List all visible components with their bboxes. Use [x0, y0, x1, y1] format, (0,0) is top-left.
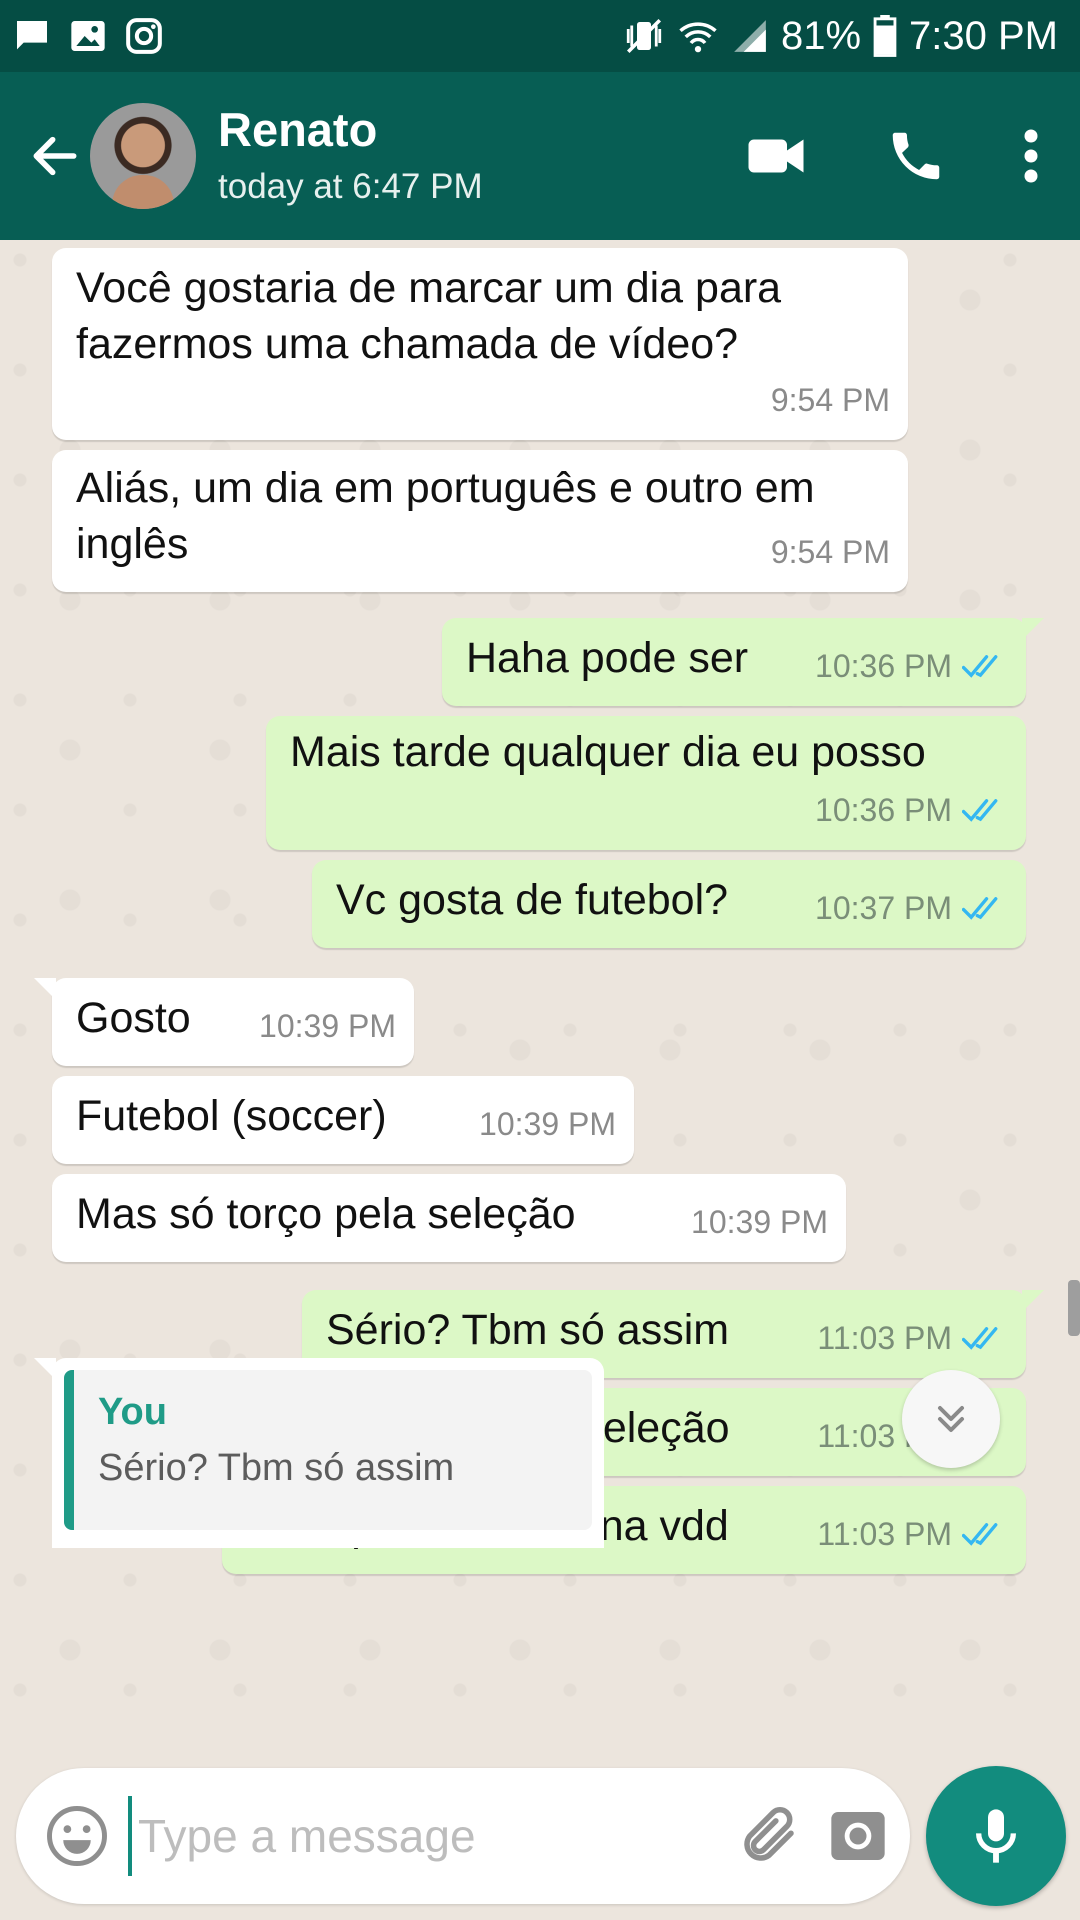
message-meta: 10:37 PM: [815, 880, 1008, 936]
read-ticks-icon: [962, 897, 998, 920]
message-composer: [16, 1768, 910, 1904]
read-ticks-icon: [962, 655, 998, 678]
reply-message-bubble[interactable]: You Sério? Tbm só assim: [34, 1358, 604, 1548]
status-bar-notifications: [12, 16, 164, 56]
message-meta: 11:03 PM: [817, 1310, 1008, 1366]
phone-icon: [892, 132, 940, 180]
status-time: 7:30 PM: [909, 13, 1058, 58]
read-ticks-icon: [962, 799, 998, 822]
message-meta: 10:39 PM: [691, 1194, 828, 1250]
message-outgoing[interactable]: Haha pode ser 10:36 PM: [442, 618, 1044, 706]
message-text: Mas só torço pela seleção: [76, 1190, 576, 1238]
more-options-button[interactable]: [996, 106, 1066, 206]
message-time: 11:03 PM: [817, 1320, 952, 1356]
message-meta: 10:36 PM: [815, 782, 1008, 838]
avatar[interactable]: [90, 103, 196, 209]
back-button[interactable]: [20, 111, 90, 201]
camera-icon: [831, 1812, 885, 1860]
chevron-double-down-icon: [937, 1405, 965, 1433]
message-text: Haha pode ser: [466, 634, 749, 682]
chat-header: Renato today at 6:47 PM: [0, 72, 1080, 240]
voice-call-button[interactable]: [866, 106, 966, 206]
message-time: 10:39 PM: [691, 1204, 828, 1240]
message-meta: 10:36 PM: [815, 638, 1008, 694]
message-outgoing[interactable]: Vc gosta de futebol? 10:37 PM: [312, 860, 1026, 948]
message-text: Futebol (soccer): [76, 1092, 387, 1140]
mute-vibrate-icon: [623, 15, 665, 57]
attach-button[interactable]: [736, 1791, 802, 1881]
emoji-icon: [47, 1806, 107, 1866]
message-incoming[interactable]: Mas só torço pela seleção 10:39 PM: [52, 1174, 846, 1262]
message-time: 10:39 PM: [479, 1106, 616, 1142]
camera-button[interactable]: [826, 1791, 890, 1881]
message-time: 9:54 PM: [770, 382, 890, 418]
message-time: 10:37 PM: [815, 890, 952, 926]
message-meta: 10:39 PM: [259, 998, 396, 1054]
status-bar: 81% 7:30 PM: [0, 0, 1080, 72]
message-time: 9:54 PM: [770, 534, 890, 570]
contact-info[interactable]: Renato today at 6:47 PM: [218, 102, 726, 210]
message-text: Você gostaria de marcar um dia para faze…: [76, 264, 782, 368]
emoji-button[interactable]: [44, 1791, 110, 1881]
message-icon: [12, 16, 52, 56]
message-meta: 9:54 PM: [771, 372, 890, 428]
instagram-icon: [124, 16, 164, 56]
message-incoming[interactable]: Gosto 10:39 PM: [34, 978, 414, 1066]
message-meta: 11:03 PM: [817, 1506, 1008, 1562]
read-ticks-icon: [962, 1327, 998, 1350]
message-time: 11:03 PM: [817, 1516, 952, 1552]
message-outgoing[interactable]: Mais tarde qualquer dia eu posso 10:36 P…: [266, 716, 1026, 850]
video-call-button[interactable]: [726, 106, 826, 206]
voice-message-button[interactable]: [926, 1766, 1066, 1906]
last-seen-status: today at 6:47 PM: [218, 167, 483, 206]
contact-name: Renato: [218, 103, 378, 156]
message-time: 10:36 PM: [815, 792, 952, 828]
signal-icon: [731, 17, 769, 55]
read-ticks-icon: [962, 1523, 998, 1546]
battery-percent: 81%: [780, 13, 862, 58]
back-arrow-icon: [33, 136, 77, 176]
quoted-message[interactable]: You Sério? Tbm só assim: [64, 1370, 592, 1530]
message-text: Mais tarde qualquer dia eu posso: [290, 728, 926, 776]
more-vert-icon: [1024, 129, 1038, 183]
scroll-to-bottom-button[interactable]: [902, 1370, 1000, 1468]
paperclip-icon: [744, 1807, 794, 1861]
scrollbar-thumb[interactable]: [1068, 1280, 1080, 1336]
message-meta: 9:54 PM: [771, 524, 890, 580]
message-text: Sério? Tbm só assim: [326, 1306, 730, 1354]
image-icon: [68, 16, 108, 56]
wifi-icon: [677, 15, 719, 57]
quoted-text: Sério? Tbm só assim: [98, 1447, 455, 1489]
message-incoming[interactable]: Futebol (soccer) 10:39 PM: [52, 1076, 634, 1164]
video-call-icon: [748, 139, 804, 173]
message-input[interactable]: [128, 1796, 736, 1876]
message-text: Vc gosta de futebol?: [336, 876, 729, 924]
message-meta: 10:39 PM: [479, 1096, 616, 1152]
status-bar-system: 81% 7:30 PM: [623, 14, 1058, 59]
message-text: Aliás, um dia em português e outro em in…: [76, 464, 815, 568]
message-incoming[interactable]: Você gostaria de marcar um dia para faze…: [52, 248, 908, 440]
microphone-icon: [976, 1809, 1016, 1863]
message-time: 10:36 PM: [815, 648, 952, 684]
message-incoming[interactable]: Aliás, um dia em português e outro em in…: [52, 450, 908, 592]
message-text: Gosto: [76, 994, 191, 1042]
quoted-author: You: [98, 1391, 167, 1433]
message-time: 10:39 PM: [259, 1008, 396, 1044]
battery-icon: [873, 15, 897, 57]
